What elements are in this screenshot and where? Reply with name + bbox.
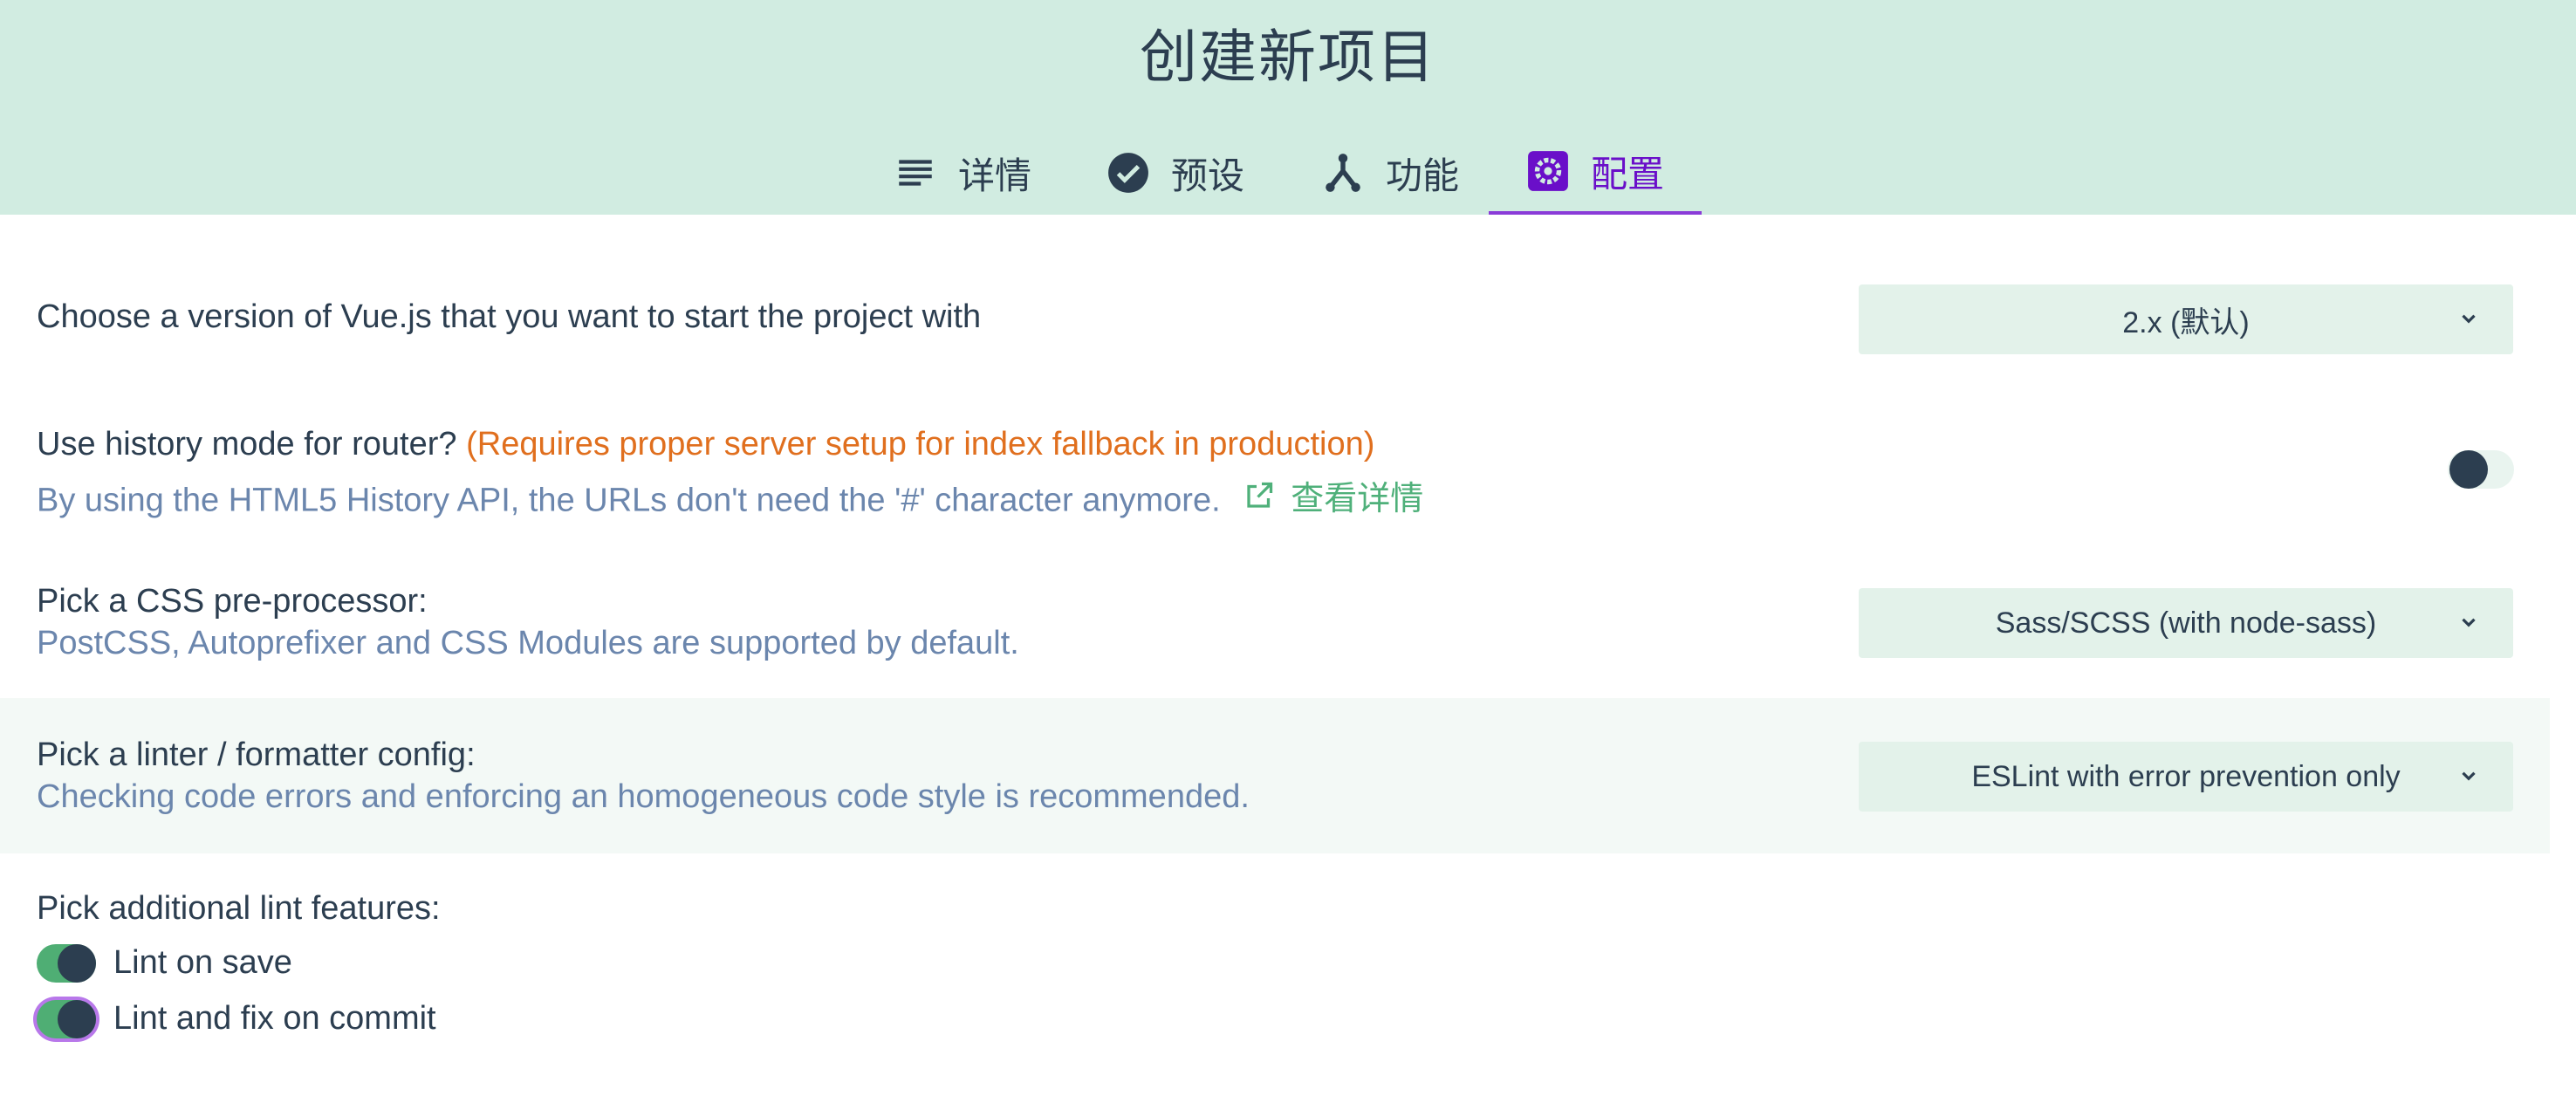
lint-fix-on-commit-label: Lint and fix on commit bbox=[113, 1000, 436, 1037]
tab-presets[interactable]: 预设 bbox=[1094, 131, 1257, 215]
prompt-lint-features: Pick additional lint features: Lint on s… bbox=[0, 853, 2576, 1103]
tab-bar: 详情 预设 功能 配置 bbox=[0, 131, 2576, 215]
css-preprocessor-question: Pick a CSS pre-processor: bbox=[37, 583, 428, 620]
list-icon bbox=[894, 151, 937, 195]
toggle-knob bbox=[2449, 450, 2488, 489]
page-title: 创建新项目 bbox=[1140, 24, 1436, 91]
tab-details[interactable]: 详情 bbox=[881, 131, 1044, 215]
vue-version-question: Choose a version of Vue.js that you want… bbox=[37, 298, 982, 335]
chevron-down-icon bbox=[2462, 618, 2476, 627]
history-mode-warning: (Requires proper server setup for index … bbox=[466, 426, 1375, 462]
header: 创建新项目 详情 预设 功能 配置 bbox=[0, 0, 2576, 215]
prompt-vue-version: Choose a version of Vue.js that you want… bbox=[0, 215, 2576, 424]
linter-value: ESLint with error prevention only bbox=[1971, 759, 2401, 793]
lint-features-question: Pick additional lint features: bbox=[37, 890, 441, 927]
tab-features-label: 功能 bbox=[1385, 154, 1459, 197]
chevron-down-icon bbox=[2462, 314, 2476, 324]
history-mode-question-text: Use history mode for router? bbox=[37, 426, 457, 462]
linter-question: Pick a linter / formatter config: bbox=[37, 736, 476, 773]
tab-config-label: 配置 bbox=[1590, 152, 1664, 195]
lint-fix-on-commit-toggle[interactable] bbox=[37, 1000, 96, 1038]
history-mode-toggle[interactable] bbox=[2448, 450, 2514, 489]
history-mode-question: Use history mode for router? (Requires p… bbox=[37, 426, 1374, 463]
tab-details-label: 详情 bbox=[957, 154, 1031, 197]
history-mode-description-row: By using the HTML5 History API, the URLs… bbox=[37, 471, 1423, 520]
prompt-css-preprocessor: Pick a CSS pre-processor: PostCSS, Autop… bbox=[0, 572, 2576, 698]
lint-on-save-label: Lint on save bbox=[113, 944, 292, 981]
chevron-down-icon bbox=[2462, 771, 2476, 781]
history-mode-description: By using the HTML5 History API, the URLs… bbox=[37, 482, 1221, 519]
tab-features[interactable]: 功能 bbox=[1309, 131, 1471, 215]
fork-icon bbox=[1321, 151, 1365, 195]
more-info-link[interactable]: 查看详情 bbox=[1243, 471, 1423, 519]
settings-gear-icon bbox=[1526, 149, 1570, 193]
css-preprocessor-select[interactable]: Sass/SCSS (with node-sass) bbox=[1859, 588, 2513, 658]
prompt-history-mode: Use history mode for router? (Requires p… bbox=[0, 424, 2576, 572]
tab-config[interactable]: 配置 bbox=[1489, 131, 1702, 215]
lint-on-save-toggle[interactable] bbox=[37, 944, 96, 983]
css-preprocessor-value: Sass/SCSS (with node-sass) bbox=[1995, 606, 2377, 640]
more-info-label: 查看详情 bbox=[1291, 481, 1424, 517]
linter-description: Checking code errors and enforcing an ho… bbox=[37, 778, 1250, 815]
vue-version-value: 2.x (默认) bbox=[2122, 305, 2250, 339]
linter-select[interactable]: ESLint with error prevention only bbox=[1859, 742, 2513, 812]
vue-version-select[interactable]: 2.x (默认) bbox=[1859, 284, 2513, 354]
prompt-linter: Pick a linter / formatter config: Checki… bbox=[0, 698, 2550, 853]
check-circle-icon bbox=[1106, 151, 1150, 195]
toggle-knob bbox=[58, 1000, 96, 1038]
css-preprocessor-description: PostCSS, Autoprefixer and CSS Modules ar… bbox=[37, 625, 1019, 661]
toggle-knob bbox=[58, 944, 96, 983]
tab-presets-label: 预设 bbox=[1170, 154, 1244, 197]
external-link-icon bbox=[1247, 482, 1273, 508]
